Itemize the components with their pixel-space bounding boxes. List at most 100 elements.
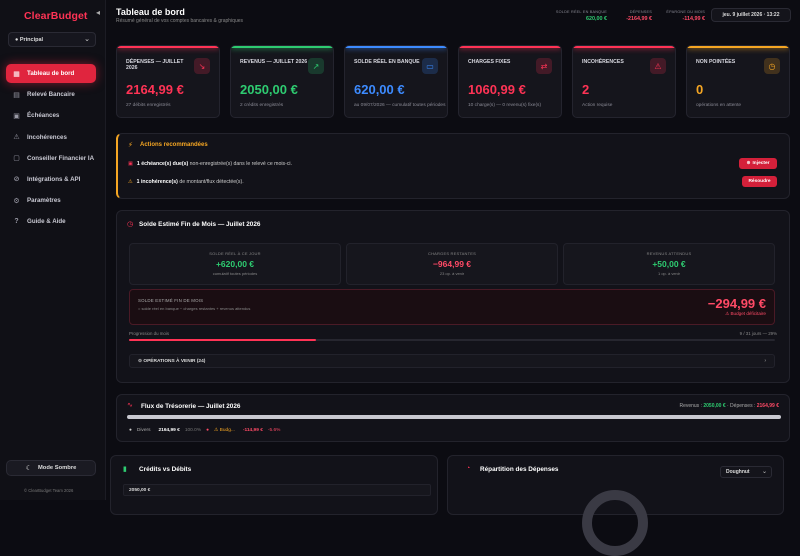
chevron-down-icon: ⌄: [84, 36, 90, 43]
kpi-label: DÉPENSES — JUILLET 2026: [126, 59, 184, 72]
forecast-box-label: REVENUS ATTENDUS: [646, 251, 692, 256]
header-stat-value: 620,00 €: [586, 16, 607, 22]
kpi-card-2[interactable]: SOLDE RÉEL EN BANQUE ▭ 620,00 € au 09/07/20…: [344, 45, 448, 118]
upcoming-operations-toggle[interactable]: ⊙ OPÉRATIONS À VENIR (24) ›: [129, 354, 775, 368]
sidebar-item-5[interactable]: ⊘ Intégrations & API: [6, 170, 96, 189]
cashflow-legend: ● Divers 2164,99 € 100.0% ● ⚠ Budg... -1…: [129, 428, 280, 433]
gear-icon: ⚙: [13, 197, 20, 205]
header-stat-label: SOLDE RÉEL EN BANQUE: [555, 10, 607, 14]
kpi-sub: au 09/07/2026 — cumulatif toutes période…: [354, 103, 446, 108]
recommended-actions-panel: ⚡ Actions recommandées ▣ 1 échéance(s) du…: [116, 133, 790, 199]
repeat-icon: ⇄: [536, 58, 552, 74]
kpi-label: REVENUS — JUILLET 2026: [240, 59, 308, 65]
credits-first-value: 2050,00 €: [123, 484, 431, 496]
forecast-box-value: +50,00 €: [652, 259, 686, 269]
sidebar-item-1[interactable]: ▤ Relevé Bancaire: [6, 85, 96, 104]
kpi-accent-bar: [573, 46, 675, 48]
clock-icon: ◷: [127, 221, 134, 228]
copyright: © ClearBudget Team 2026: [24, 488, 74, 493]
sidebar-item-6[interactable]: ⚙ Paramètres: [6, 191, 96, 210]
sidebar-item-label: Tableau de bord: [27, 70, 75, 77]
calendar-icon: ▣: [128, 161, 133, 167]
cashflow-title: Flux de Trésorerie — Juillet 2026: [141, 403, 241, 410]
kpi-card-4[interactable]: INCOHÉRENCES ⚠ 2 Action requise: [572, 45, 676, 118]
sidebar-item-4[interactable]: ▢ Conseiller Financier IA: [6, 149, 96, 168]
sidebar-item-label: Échéances: [27, 112, 60, 120]
page-title: Tableau de bord: [116, 7, 185, 17]
forecast-box-label: SOLDE RÉEL À CE JOUR: [209, 251, 261, 256]
forecast-box-sub: 1 op. à venir: [657, 270, 680, 276]
action-bold: 1 incohérence(s): [136, 179, 178, 185]
pie-chart-icon: ◔: [466, 465, 471, 472]
inject-icon: ⊕: [746, 161, 751, 166]
alert-icon: ⚠: [13, 134, 20, 142]
kpi-card-0[interactable]: DÉPENSES — JUILLET 2026 ↘ 2164,99 € 27 débi…: [116, 45, 220, 118]
sidebar-item-7[interactable]: ? Guide & Aide: [6, 212, 96, 231]
kpi-sub: Action requise: [582, 103, 613, 108]
forecast-panel: ◷ Solde Estimé Fin de Mois — Juillet 202…: [116, 210, 790, 383]
link-icon: ⊘: [13, 176, 20, 184]
header-stat-value: -2164,99 €: [626, 16, 652, 22]
kpi-accent-bar: [459, 46, 561, 48]
chart-type-select[interactable]: Doughnut ⌄: [720, 466, 772, 478]
chevron-down-icon: ⌄: [761, 469, 767, 475]
main-content: Tableau de bord Résumé général de vos co…: [106, 0, 800, 500]
moon-icon: ☾: [25, 465, 32, 472]
cashflow-bar: [127, 415, 781, 419]
legend-name: Divers: [136, 428, 151, 433]
inject-button[interactable]: ⊕ Injecter: [739, 158, 777, 169]
credits-title: Crédits vs Débits: [139, 466, 192, 473]
forecast-box-sub: cumulatif toutes périodes: [212, 270, 258, 276]
forecast-end-formula: = solde réel en banque − charges restant…: [138, 306, 251, 311]
revenus-label: Revenus :: [679, 403, 702, 409]
progress-label: Progression du mois: [129, 331, 170, 336]
depenses-label: · Dépenses :: [727, 403, 756, 409]
kpi-value: 2: [582, 82, 590, 97]
kpi-sub: 10 charge(s) — 0 revenu(s) fixe(s): [468, 103, 542, 108]
forecast-box-sub: 23 op. à venir: [439, 270, 465, 276]
chat-icon: ▢: [13, 155, 20, 163]
bolt-icon: ⚡: [128, 142, 133, 149]
budget-pct: -5.6%: [267, 428, 281, 433]
forecast-box-value: −964,99 €: [432, 259, 472, 269]
kpi-accent-bar: [687, 46, 789, 48]
kpi-card-5[interactable]: NON POINTÉES ◷ 0 opérations en attente: [686, 45, 790, 118]
actions-title: Actions recommandées: [140, 142, 208, 148]
kpi-card-1[interactable]: REVENUS — JUILLET 2026 ↗ 2050,00 € 2 crédit…: [230, 45, 334, 118]
budget-value: -114,99 €: [242, 428, 263, 433]
kpi-value: 2164,99 €: [126, 82, 184, 97]
kpi-value: 1060,99 €: [468, 82, 526, 97]
kpi-label: INCOHÉRENCES: [582, 59, 624, 65]
chevron-right-icon: ›: [764, 358, 766, 364]
kpi-sub: 2 crédits enregistrés: [240, 103, 284, 108]
depenses-value: 2164,99 €: [756, 403, 779, 409]
kpi-accent-bar: [117, 46, 219, 48]
expense-breakdown-title: Répartition des Dépenses: [480, 466, 559, 473]
forecast-box-balance: SOLDE RÉEL À CE JOUR +620,00 € cumulatif…: [129, 243, 341, 285]
kpi-value: 0: [696, 82, 704, 97]
trend-up-icon: ↗: [308, 58, 324, 74]
kpi-accent-bar: [345, 46, 447, 48]
header-stat-balance: SOLDE RÉEL EN BANQUE 620,00 €: [547, 10, 607, 22]
pulse-icon: ∿: [127, 402, 133, 409]
wallet-icon: ▭: [422, 58, 438, 74]
kpi-card-3[interactable]: CHARGES FIXES ⇄ 1060,99 € 10 charge(s) — 0 …: [458, 45, 562, 118]
sidebar-item-2[interactable]: ▣ Échéances: [6, 106, 96, 125]
header-stat-label: DÉPENSES: [629, 10, 652, 14]
forecast-box-label: CHARGES RESTANTES: [428, 251, 476, 256]
bank-icon: ▤: [13, 91, 20, 99]
sidebar-item-0[interactable]: ▦ Tableau de bord: [6, 64, 96, 83]
sidebar: ClearBudget ◂ ● Principal ⌄ ▦ Tableau de …: [0, 0, 106, 500]
kpi-label: CHARGES FIXES: [468, 59, 511, 65]
brand-logo[interactable]: ClearBudget: [24, 10, 88, 22]
dark-mode-button[interactable]: ☾ Mode Sombre: [6, 460, 96, 476]
dark-mode-label: Mode Sombre: [37, 465, 77, 471]
forecast-box-income: REVENUS ATTENDUS +50,00 € 1 op. à venir: [563, 243, 775, 285]
upcoming-label: ⊙ OPÉRATIONS À VENIR (24): [138, 359, 206, 364]
forecast-box-value: +620,00 €: [215, 259, 255, 269]
workspace-selector[interactable]: ● Principal ⌄: [8, 32, 96, 47]
sidebar-item-3[interactable]: ⚠ Incohérences: [6, 128, 96, 147]
resolve-button[interactable]: Résoudre: [742, 176, 777, 187]
chart-type-value: Doughnut: [726, 469, 750, 475]
collapse-sidebar-icon[interactable]: ◂: [96, 8, 100, 17]
